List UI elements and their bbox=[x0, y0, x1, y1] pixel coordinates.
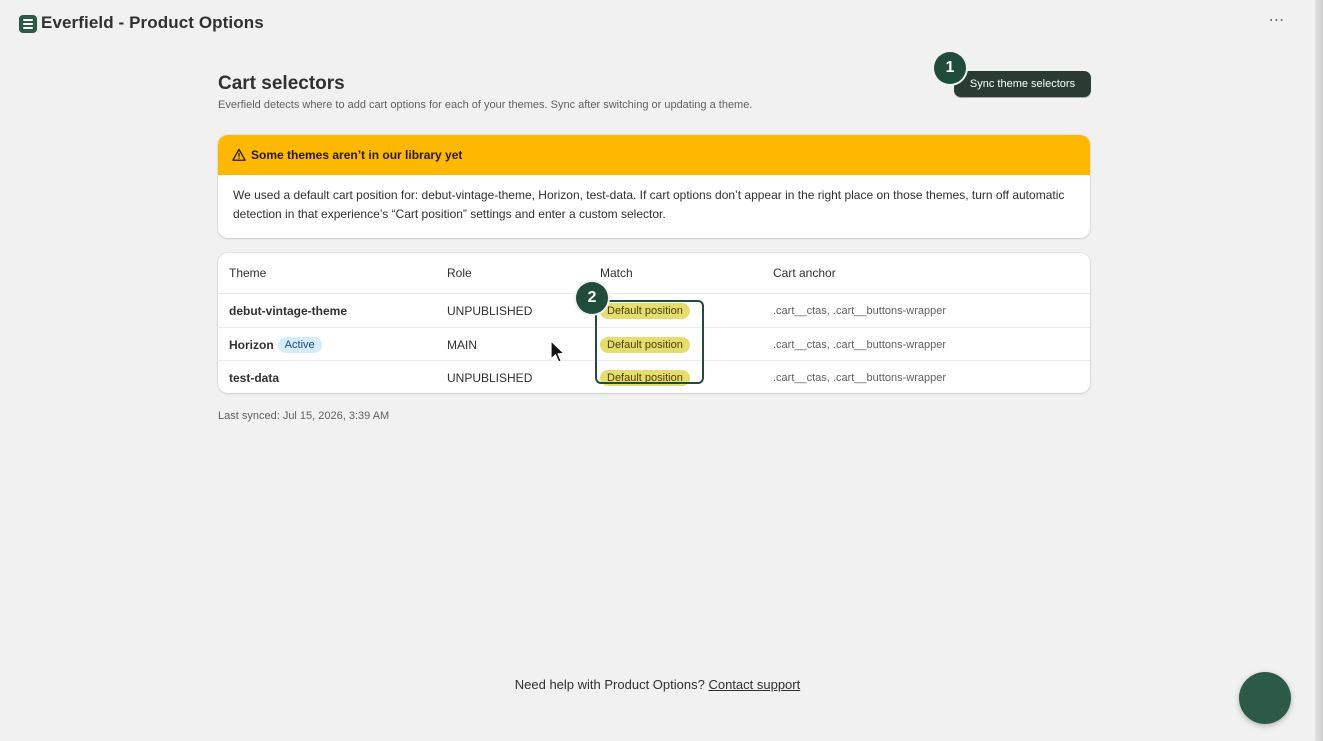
footer-help: Need help with Product Options? Contact … bbox=[0, 677, 1315, 692]
banner-title: Some themes aren’t in our library yet bbox=[251, 148, 463, 162]
theme-role: UNPUBLISHED bbox=[447, 303, 533, 318]
banner-body: We used a default cart position for: deb… bbox=[233, 188, 1065, 221]
app-title: Everfield - Product Options bbox=[41, 13, 264, 32]
chat-launcher-button[interactable] bbox=[1239, 672, 1291, 724]
theme-role: MAIN bbox=[447, 337, 477, 352]
more-horizontal-icon[interactable]: ⋯ bbox=[1266, 12, 1288, 34]
active-badge: Active bbox=[277, 336, 322, 353]
cart-anchor: .cart__ctas, .cart__buttons-wrapper bbox=[773, 371, 947, 384]
theme-name-cell: Horizon Active bbox=[229, 328, 322, 361]
column-header-match: Match bbox=[600, 266, 633, 280]
last-synced-text: Last synced: Jul 15, 2026, 3:39 AM bbox=[218, 410, 390, 422]
app-logo-icon bbox=[19, 15, 37, 33]
mouse-cursor-icon bbox=[550, 340, 565, 363]
theme-name: test-data bbox=[229, 370, 280, 385]
warning-banner: Some themes aren’t in our library yet We… bbox=[218, 135, 1090, 238]
cart-anchor: .cart__ctas, .cart__buttons-wrapper bbox=[773, 304, 947, 317]
page-title: Cart selectors bbox=[218, 73, 345, 94]
theme-name: debut-vintage-theme bbox=[229, 303, 348, 318]
column-header-cart-anchor: Cart anchor bbox=[773, 266, 836, 280]
column-header-role: Role bbox=[447, 266, 472, 280]
cart-anchor: .cart__ctas, .cart__buttons-wrapper bbox=[773, 338, 947, 351]
match-column-highlight bbox=[595, 300, 704, 384]
window-edge bbox=[1315, 0, 1323, 741]
page-subtitle: Everfield detects where to add cart opti… bbox=[218, 99, 753, 111]
column-header-theme: Theme bbox=[229, 266, 267, 280]
sync-theme-selectors-button[interactable]: Sync theme selectors bbox=[954, 71, 1091, 97]
theme-name: Horizon bbox=[229, 337, 274, 352]
banner-header: Some themes aren’t in our library yet bbox=[218, 135, 1090, 175]
step-badge-1: 1 bbox=[934, 52, 966, 84]
step-badge-2: 2 bbox=[576, 282, 608, 314]
app-header: Everfield - Product Options ⋯ bbox=[0, 0, 1315, 48]
warning-icon bbox=[232, 148, 246, 161]
theme-role: UNPUBLISHED bbox=[447, 370, 533, 385]
help-text: Need help with Product Options? bbox=[514, 677, 705, 692]
contact-support-link[interactable]: Contact support bbox=[708, 677, 800, 692]
